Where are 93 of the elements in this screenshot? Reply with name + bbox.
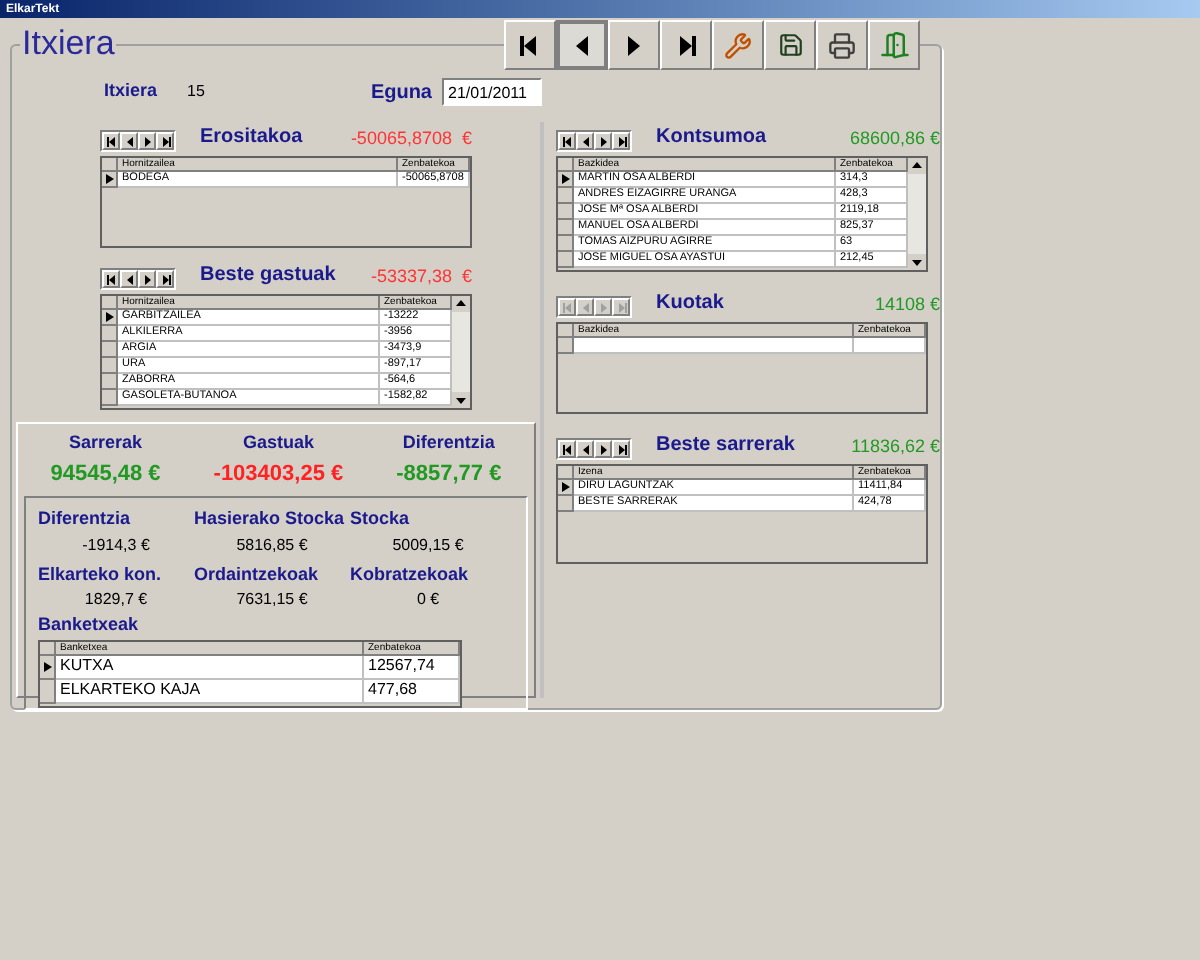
total-value: -8857,77 € <box>396 459 502 489</box>
grid-title: Erositakoa <box>200 124 303 152</box>
detail-value: 5816,85 € <box>234 533 310 557</box>
skip-back-icon <box>561 135 573 147</box>
right-triangle-icon <box>597 135 609 147</box>
grid-total: 11836,62 € <box>851 433 940 459</box>
skip-forward-icon <box>159 135 171 147</box>
grid-title: Kontsumoa <box>656 124 766 152</box>
skip-back-icon <box>561 443 573 455</box>
table-cell: ELKARTEKO KAJA <box>56 679 364 703</box>
date-field[interactable]: 21/01/2011 <box>442 78 542 106</box>
previous-record-button[interactable] <box>576 132 594 150</box>
total-value: 94545,48 € <box>50 459 161 489</box>
skip-forward-icon <box>615 443 627 455</box>
current-row-icon <box>43 661 51 671</box>
detail-label: Diferentzia <box>38 506 133 532</box>
row-selector[interactable] <box>558 480 574 496</box>
skip-back-icon <box>105 273 117 285</box>
skip-forward-icon <box>159 273 171 285</box>
total-label: Diferentzia <box>402 430 495 456</box>
previous-record-button[interactable] <box>120 132 138 150</box>
first-record-button[interactable] <box>558 132 576 150</box>
row-selector[interactable] <box>40 655 56 679</box>
first-record-button[interactable] <box>102 270 120 288</box>
left-triangle-icon <box>579 135 591 147</box>
row-selector[interactable] <box>558 172 574 188</box>
first-record-button[interactable] <box>102 132 120 150</box>
previous-record-button[interactable] <box>120 270 138 288</box>
printer-icon <box>828 31 856 59</box>
grid-total: -53337,38 € <box>370 263 472 289</box>
table-cell: 12567,74 <box>364 655 460 679</box>
grid-total: 14108 € <box>874 291 940 317</box>
grid-title: Beste gastuak <box>200 262 336 290</box>
detail-value: 0 € <box>414 588 442 612</box>
wrench-icon <box>724 31 752 59</box>
total-value: -103403,25 € <box>213 459 344 489</box>
total-label: Sarrerak <box>68 430 143 456</box>
form-title: Itxiera <box>20 26 117 62</box>
next-record-button[interactable] <box>594 440 612 458</box>
left-triangle-icon <box>579 301 591 313</box>
row-selector[interactable] <box>102 310 118 326</box>
skip-back-icon <box>105 135 117 147</box>
right-triangle-icon <box>597 301 609 313</box>
detail-label: Kobratzekoak <box>350 561 471 587</box>
last-record-button[interactable] <box>612 440 630 458</box>
previous-record-button[interactable] <box>576 440 594 458</box>
grid-title: Beste sarrerak <box>656 432 795 460</box>
right-triangle-icon <box>597 443 609 455</box>
table-cell: KUTXA <box>56 655 364 679</box>
skip-forward-icon <box>615 301 627 313</box>
scrollbar[interactable] <box>908 158 926 270</box>
row-selector[interactable] <box>102 172 118 188</box>
banks-title: Banketxeak <box>38 612 141 638</box>
toolbar-button[interactable] <box>556 20 608 70</box>
first-record-button[interactable] <box>558 440 576 458</box>
grid-total: -50065,8708 € <box>350 125 472 151</box>
detail-value: 1829,7 € <box>82 588 150 612</box>
itxiera-label: Itxiera <box>104 78 158 105</box>
scrollbar[interactable] <box>452 296 470 408</box>
last-record-button[interactable] <box>156 270 174 288</box>
grid-title: Kuotak <box>656 290 724 318</box>
detail-label: Stocka <box>350 506 412 532</box>
current-row-icon <box>105 174 113 184</box>
next-record-button[interactable] <box>594 132 612 150</box>
left-triangle-icon <box>123 135 135 147</box>
left-triangle-icon <box>123 273 135 285</box>
eguna-label: Eguna <box>370 79 432 107</box>
detail-value: -1914,3 € <box>80 533 152 557</box>
current-row-icon <box>561 482 569 492</box>
skip-back-icon <box>518 33 542 57</box>
detail-label: Elkarteko kon. <box>38 561 164 587</box>
last-record-button[interactable] <box>156 132 174 150</box>
next-record-button[interactable] <box>138 132 156 150</box>
exit-door-icon <box>879 30 909 60</box>
detail-label: Hasierako Stocka <box>194 506 347 532</box>
next-record-button[interactable] <box>138 270 156 288</box>
right-triangle-icon <box>141 273 153 285</box>
detail-value: 5009,15 € <box>390 533 466 557</box>
total-label: Gastuak <box>242 430 314 456</box>
current-row-icon <box>105 312 113 322</box>
itxiera-value: 15 <box>187 80 205 104</box>
current-row-icon <box>561 174 569 184</box>
grid-total: 68600,86 € <box>849 125 940 151</box>
detail-value: 7631,15 € <box>234 588 310 612</box>
skip-forward-icon <box>615 135 627 147</box>
skip-forward-icon <box>674 33 698 57</box>
skip-back-icon <box>561 301 573 313</box>
detail-label: Ordaintzekoak <box>194 561 321 587</box>
left-triangle-icon <box>579 443 591 455</box>
save-icon <box>777 32 803 58</box>
table-cell: 477,68 <box>364 679 460 703</box>
last-record-button[interactable] <box>612 132 630 150</box>
right-triangle-icon <box>141 135 153 147</box>
